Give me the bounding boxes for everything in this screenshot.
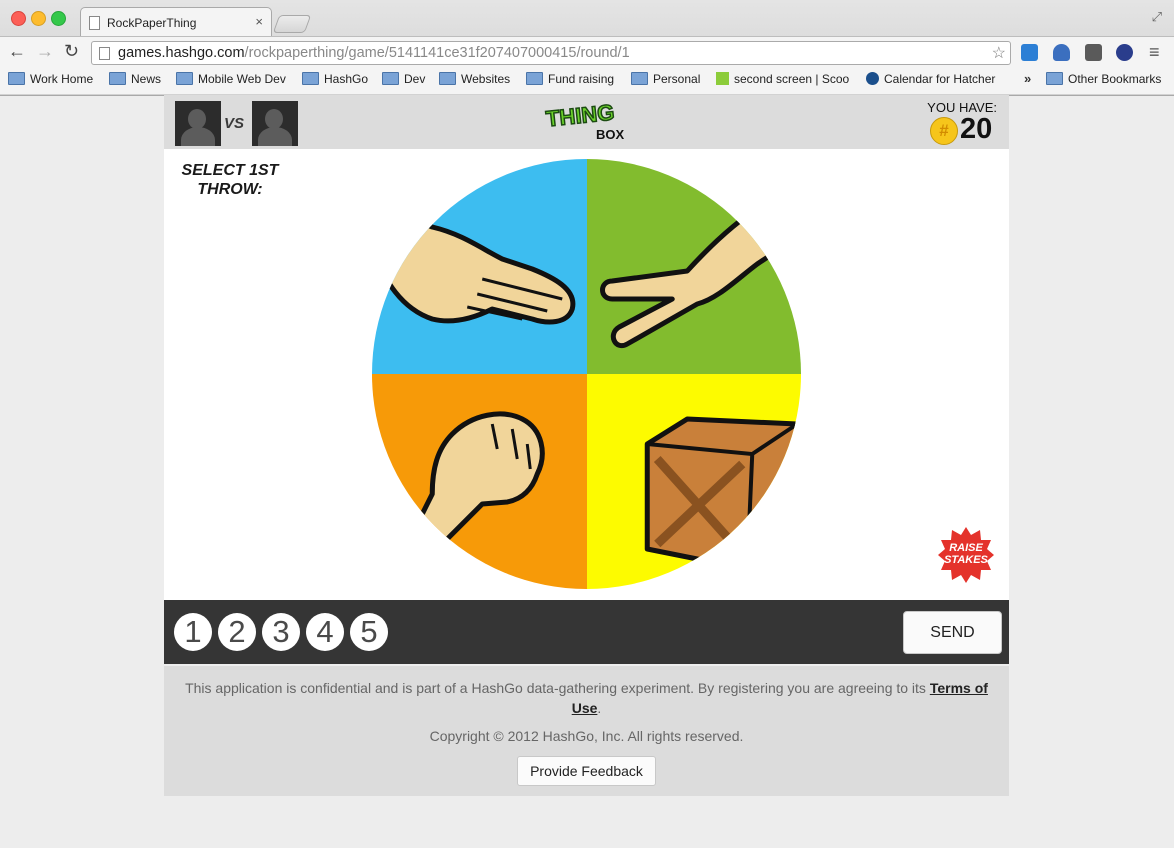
send-button[interactable]: SEND: [903, 611, 1002, 654]
crate-box-icon: [644, 416, 800, 572]
round-controls: 1 2 3 4 5 SEND: [164, 600, 1009, 664]
legal-notice: This application is confidential and is …: [185, 680, 988, 716]
address-bar[interactable]: games.hashgo.com/rockpaperthing/game/514…: [91, 41, 1011, 65]
throw-wheel: [372, 159, 801, 589]
close-tab-icon[interactable]: ×: [255, 14, 263, 29]
zoom-window-button[interactable]: [51, 11, 66, 26]
logo-subtitle: BOX: [596, 127, 625, 142]
raise-stakes-button[interactable]: RAISE STAKES: [938, 527, 994, 583]
bookmark-fund-raising[interactable]: Fund raising: [526, 72, 614, 86]
provide-feedback-button[interactable]: Provide Feedback: [517, 756, 656, 786]
game-board: SELECT 1ST THROW: RAISE STAKES: [164, 149, 1009, 600]
bookmark-personal[interactable]: Personal: [631, 72, 700, 86]
extension-icon[interactable]: [1021, 44, 1038, 61]
paper-hand-icon: [374, 215, 576, 325]
coin-icon: #: [930, 117, 958, 145]
reload-icon[interactable]: ↻: [64, 41, 79, 62]
game-header: VS THING BOX YOU HAVE: # 20: [164, 95, 1009, 149]
folder-icon: [109, 72, 126, 85]
game-container: VS THING BOX YOU HAVE: # 20 SELECT 1ST T…: [164, 95, 1009, 796]
menu-icon[interactable]: ≡: [1149, 42, 1160, 63]
opponent-avatar: [252, 101, 298, 146]
folder-icon: [176, 72, 193, 85]
bookmark-dev[interactable]: Dev: [382, 72, 425, 86]
folder-icon: [1046, 72, 1063, 85]
browser-chrome: RockPaperThing × ⤢ ← → ↻ games.hashgo.co…: [0, 0, 1174, 96]
bookmark-calendar[interactable]: Calendar for Hatcher: [866, 72, 1002, 86]
throw-scissors[interactable]: [586, 159, 801, 374]
site-icon: [716, 72, 729, 85]
bookmark-hashgo[interactable]: HashGo: [302, 72, 368, 86]
forward-icon[interactable]: →: [36, 41, 54, 62]
fullscreen-icon[interactable]: ⤢: [1152, 9, 1162, 25]
bookmark-second-screen[interactable]: second screen | Scoo: [716, 72, 850, 86]
rock-fist-icon: [409, 411, 545, 552]
round-2-button[interactable]: 2: [218, 613, 256, 651]
raise-stakes-label: RAISE STAKES: [944, 542, 988, 566]
page-icon: [99, 47, 110, 60]
folder-icon: [382, 72, 399, 85]
bookmark-star-icon[interactable]: ☆: [992, 43, 1006, 63]
bookmark-news[interactable]: News: [109, 72, 161, 86]
back-icon[interactable]: ←: [8, 41, 26, 62]
bookmark-work-home[interactable]: Work Home: [8, 72, 93, 86]
more-bookmarks-icon[interactable]: »: [1024, 71, 1031, 86]
browser-tab[interactable]: RockPaperThing ×: [80, 7, 272, 37]
tab-title: RockPaperThing: [107, 16, 197, 30]
bookmark-websites[interactable]: Websites: [439, 72, 510, 86]
page-footer: This application is confidential and is …: [164, 666, 1009, 796]
url-text: games.hashgo.com/rockpaperthing/game/514…: [118, 45, 630, 61]
close-window-button[interactable]: [11, 11, 26, 26]
page-icon: [89, 16, 100, 30]
calendar-icon: [866, 72, 879, 85]
vs-label: VS: [224, 115, 245, 132]
folder-icon: [526, 72, 543, 85]
new-tab-button[interactable]: [272, 15, 312, 33]
copyright-text: Copyright © 2012 HashGo, Inc. All rights…: [429, 728, 744, 744]
round-3-button[interactable]: 3: [262, 613, 300, 651]
folder-icon: [631, 72, 648, 85]
throw-box[interactable]: [586, 374, 801, 589]
scissors-hand-icon: [599, 196, 794, 349]
throw-paper[interactable]: [372, 159, 587, 374]
balance-value: 20: [960, 113, 993, 145]
bookmarks-bar: Work Home News Mobile Web Dev HashGo Dev…: [0, 68, 1174, 94]
round-1-button[interactable]: 1: [174, 613, 212, 651]
folder-icon: [302, 72, 319, 85]
round-5-button[interactable]: 5: [350, 613, 388, 651]
screenshot-extension-icon[interactable]: [1085, 44, 1102, 61]
folder-icon: [8, 72, 25, 85]
browser-toolbar: ← → ↻ games.hashgo.com/rockpaperthing/ga…: [0, 36, 1174, 69]
round-4-button[interactable]: 4: [306, 613, 344, 651]
player-avatar: [175, 101, 221, 146]
bookmark-mobile-web-dev[interactable]: Mobile Web Dev: [176, 72, 286, 86]
select-throw-prompt: SELECT 1ST THROW:: [181, 162, 279, 198]
bookmark-other[interactable]: Other Bookmarks: [1046, 72, 1161, 86]
folder-icon: [439, 72, 456, 85]
flame-extension-icon[interactable]: [1053, 44, 1070, 61]
minimize-window-button[interactable]: [31, 11, 46, 26]
throw-rock[interactable]: [372, 374, 587, 589]
speed-extension-icon[interactable]: [1116, 44, 1133, 61]
